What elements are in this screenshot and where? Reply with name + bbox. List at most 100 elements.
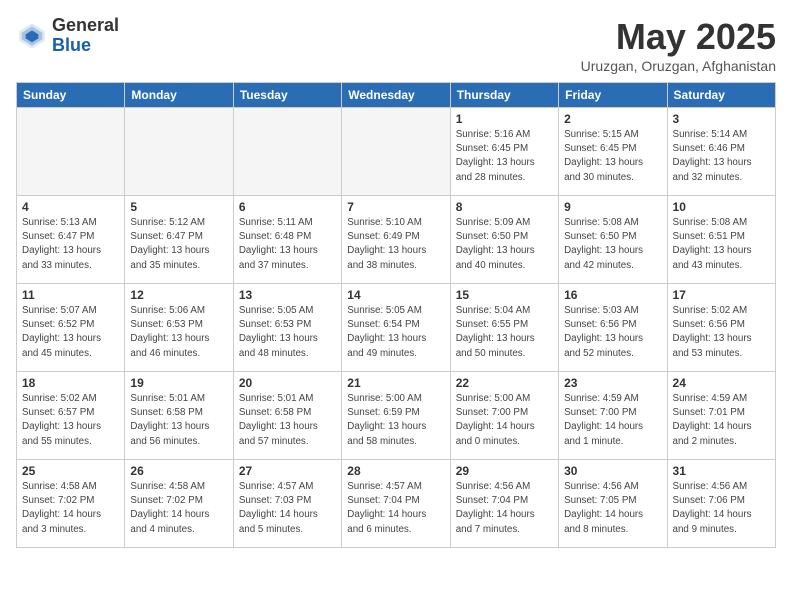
cell-date: 6 (239, 200, 336, 214)
cell-date: 21 (347, 376, 444, 390)
page-header: General Blue May 2025 Uruzgan, Oruzgan, … (16, 16, 776, 74)
calendar-cell: 12Sunrise: 5:06 AM Sunset: 6:53 PM Dayli… (125, 284, 233, 372)
calendar-cell: 13Sunrise: 5:05 AM Sunset: 6:53 PM Dayli… (233, 284, 341, 372)
calendar-cell (17, 108, 125, 196)
cell-info: Sunrise: 5:00 AM Sunset: 6:59 PM Dayligh… (347, 392, 444, 449)
cell-info: Sunrise: 4:56 AM Sunset: 7:05 PM Dayligh… (564, 480, 661, 537)
calendar-week-row: 25 Sunrise: 4:58 AM Sunset: 7:02 PM Dayli… (17, 460, 776, 548)
cell-info: Sunrise: 4:56 AM Sunset: 7:06 PM Dayligh… (673, 480, 770, 537)
cell-date: 22 (456, 376, 553, 390)
cell-info: Sunrise: 5:06 AM Sunset: 6:53 PM Dayligh… (130, 304, 227, 361)
cell-date: 7 (347, 200, 444, 214)
calendar-cell: 8 Sunrise: 5:09 AM Sunset: 6:50 PM Daylig… (450, 196, 558, 284)
calendar-cell: 24Sunrise: 4:59 AM Sunset: 7:01 PM Dayli… (667, 372, 775, 460)
cell-info: Sunrise: 5:07 AM Sunset: 6:52 PM Dayligh… (22, 304, 119, 361)
cell-date: 16 (564, 288, 661, 302)
cell-info: Sunrise: 5:03 AM Sunset: 6:56 PM Dayligh… (564, 304, 661, 361)
cell-info: Sunrise: 4:56 AM Sunset: 7:04 PM Dayligh… (456, 480, 553, 537)
cell-date: 3 (673, 112, 770, 126)
cell-date: 14 (347, 288, 444, 302)
calendar-cell: 7Sunrise: 5:10 AM Sunset: 6:49 PM Daylig… (342, 196, 450, 284)
calendar-cell: 1 Sunrise: 5:16 AM Sunset: 6:45 PM Daylig… (450, 108, 558, 196)
cell-info: Sunrise: 5:01 AM Sunset: 6:58 PM Dayligh… (239, 392, 336, 449)
calendar-table: SundayMondayTuesdayWednesdayThursdayFrid… (16, 82, 776, 548)
cell-info: Sunrise: 5:15 AM Sunset: 6:45 PM Dayligh… (564, 128, 661, 185)
cell-date: 15 (456, 288, 553, 302)
calendar-cell: 2 Sunrise: 5:15 AM Sunset: 6:45 PM Daylig… (559, 108, 667, 196)
calendar-cell: 26Sunrise: 4:58 AM Sunset: 7:02 PM Dayli… (125, 460, 233, 548)
cell-info: Sunrise: 5:11 AM Sunset: 6:48 PM Dayligh… (239, 216, 336, 273)
location-subtitle: Uruzgan, Oruzgan, Afghanistan (581, 58, 776, 74)
cell-date: 28 (347, 464, 444, 478)
cell-date: 9 (564, 200, 661, 214)
cell-date: 18 (22, 376, 119, 390)
calendar-cell: 9Sunrise: 5:08 AM Sunset: 6:50 PM Daylig… (559, 196, 667, 284)
cell-date: 29 (456, 464, 553, 478)
calendar-week-row: 4 Sunrise: 5:13 AM Sunset: 6:47 PM Daylig… (17, 196, 776, 284)
logo-icon (16, 20, 48, 52)
title-block: May 2025 Uruzgan, Oruzgan, Afghanistan (581, 16, 776, 74)
cell-info: Sunrise: 5:09 AM Sunset: 6:50 PM Dayligh… (456, 216, 553, 273)
cell-date: 23 (564, 376, 661, 390)
cell-info: Sunrise: 5:13 AM Sunset: 6:47 PM Dayligh… (22, 216, 119, 273)
cell-date: 1 (456, 112, 553, 126)
weekday-header-sunday: Sunday (17, 83, 125, 108)
calendar-cell: 16 Sunrise: 5:03 AM Sunset: 6:56 PM Dayli… (559, 284, 667, 372)
cell-date: 2 (564, 112, 661, 126)
cell-info: Sunrise: 5:08 AM Sunset: 6:51 PM Dayligh… (673, 216, 770, 273)
cell-info: Sunrise: 5:02 AM Sunset: 6:56 PM Dayligh… (673, 304, 770, 361)
cell-info: Sunrise: 4:57 AM Sunset: 7:04 PM Dayligh… (347, 480, 444, 537)
cell-info: Sunrise: 5:16 AM Sunset: 6:45 PM Dayligh… (456, 128, 553, 185)
cell-date: 25 (22, 464, 119, 478)
calendar-cell: 21 Sunrise: 5:00 AM Sunset: 6:59 PM Dayli… (342, 372, 450, 460)
weekday-header-row: SundayMondayTuesdayWednesdayThursdayFrid… (17, 83, 776, 108)
cell-info: Sunrise: 4:58 AM Sunset: 7:02 PM Dayligh… (130, 480, 227, 537)
calendar-cell: 31 Sunrise: 4:56 AM Sunset: 7:06 PM Dayli… (667, 460, 775, 548)
calendar-cell: 6 Sunrise: 5:11 AM Sunset: 6:48 PM Daylig… (233, 196, 341, 284)
calendar-cell (125, 108, 233, 196)
calendar-cell: 17 Sunrise: 5:02 AM Sunset: 6:56 PM Dayli… (667, 284, 775, 372)
calendar-cell: 3 Sunrise: 5:14 AM Sunset: 6:46 PM Daylig… (667, 108, 775, 196)
calendar-cell: 11Sunrise: 5:07 AM Sunset: 6:52 PM Dayli… (17, 284, 125, 372)
calendar-cell: 4 Sunrise: 5:13 AM Sunset: 6:47 PM Daylig… (17, 196, 125, 284)
cell-date: 17 (673, 288, 770, 302)
calendar-cell: 19 Sunrise: 5:01 AM Sunset: 6:58 PM Dayli… (125, 372, 233, 460)
weekday-header-thursday: Thursday (450, 83, 558, 108)
cell-info: Sunrise: 4:58 AM Sunset: 7:02 PM Dayligh… (22, 480, 119, 537)
logo-text: General Blue (52, 16, 119, 56)
cell-date: 30 (564, 464, 661, 478)
calendar-cell: 30 Sunrise: 4:56 AM Sunset: 7:05 PM Dayli… (559, 460, 667, 548)
cell-info: Sunrise: 5:02 AM Sunset: 6:57 PM Dayligh… (22, 392, 119, 449)
cell-date: 10 (673, 200, 770, 214)
calendar-cell: 15Sunrise: 5:04 AM Sunset: 6:55 PM Dayli… (450, 284, 558, 372)
cell-date: 13 (239, 288, 336, 302)
cell-date: 8 (456, 200, 553, 214)
calendar-cell (342, 108, 450, 196)
cell-date: 19 (130, 376, 227, 390)
weekday-header-tuesday: Tuesday (233, 83, 341, 108)
cell-info: Sunrise: 5:01 AM Sunset: 6:58 PM Dayligh… (130, 392, 227, 449)
calendar-cell: 14Sunrise: 5:05 AM Sunset: 6:54 PM Dayli… (342, 284, 450, 372)
calendar-cell: 29 Sunrise: 4:56 AM Sunset: 7:04 PM Dayli… (450, 460, 558, 548)
cell-info: Sunrise: 5:00 AM Sunset: 7:00 PM Dayligh… (456, 392, 553, 449)
calendar-cell: 20 Sunrise: 5:01 AM Sunset: 6:58 PM Dayli… (233, 372, 341, 460)
cell-info: Sunrise: 5:14 AM Sunset: 6:46 PM Dayligh… (673, 128, 770, 185)
calendar-week-row: 11Sunrise: 5:07 AM Sunset: 6:52 PM Dayli… (17, 284, 776, 372)
calendar-cell: 10 Sunrise: 5:08 AM Sunset: 6:51 PM Dayli… (667, 196, 775, 284)
cell-date: 27 (239, 464, 336, 478)
weekday-header-saturday: Saturday (667, 83, 775, 108)
logo: General Blue (16, 16, 119, 56)
weekday-header-friday: Friday (559, 83, 667, 108)
month-title: May 2025 (581, 16, 776, 58)
cell-date: 31 (673, 464, 770, 478)
cell-date: 24 (673, 376, 770, 390)
weekday-header-monday: Monday (125, 83, 233, 108)
cell-date: 20 (239, 376, 336, 390)
calendar-week-row: 18 Sunrise: 5:02 AM Sunset: 6:57 PM Dayli… (17, 372, 776, 460)
calendar-week-row: 1 Sunrise: 5:16 AM Sunset: 6:45 PM Daylig… (17, 108, 776, 196)
cell-date: 4 (22, 200, 119, 214)
calendar-cell: 28 Sunrise: 4:57 AM Sunset: 7:04 PM Dayli… (342, 460, 450, 548)
calendar-cell: 23Sunrise: 4:59 AM Sunset: 7:00 PM Dayli… (559, 372, 667, 460)
cell-info: Sunrise: 4:57 AM Sunset: 7:03 PM Dayligh… (239, 480, 336, 537)
calendar-cell: 22 Sunrise: 5:00 AM Sunset: 7:00 PM Dayli… (450, 372, 558, 460)
